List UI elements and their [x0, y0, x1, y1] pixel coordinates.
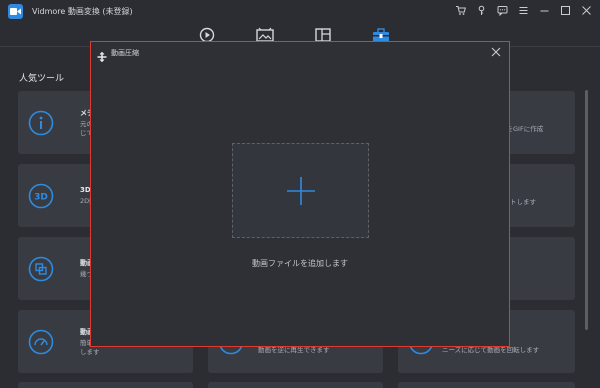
app-logo-icon — [8, 4, 23, 19]
add-file-label: 動画ファイルを追加します — [252, 259, 348, 268]
card-description: トします — [510, 198, 536, 206]
card-description: 動画を逆に再生できます — [258, 346, 330, 354]
title-bar: Vidmore 動画変換 (未登録) — [0, 0, 600, 24]
plus-icon[interactable] — [286, 176, 316, 206]
compress-icon — [97, 47, 107, 63]
dialog-title: 動画圧縮 — [111, 49, 139, 57]
window-controls — [453, 3, 594, 18]
tool-card-bottom-right[interactable] — [398, 382, 575, 388]
close-icon[interactable] — [489, 45, 503, 59]
video-compress-dialog: 動画圧縮 動画ファイルを追加します — [90, 41, 510, 347]
tool-card-bottom-left[interactable] — [18, 382, 193, 388]
tool-card-bottom-middle[interactable] — [208, 382, 383, 388]
3d-icon: 3D — [28, 183, 54, 209]
close-icon[interactable] — [579, 3, 594, 18]
app-title: Vidmore 動画変換 (未登録) — [32, 7, 133, 16]
menu-icon[interactable] — [516, 3, 531, 18]
add-file-dropzone[interactable] — [232, 143, 369, 238]
scrollbar[interactable] — [585, 90, 588, 330]
speed-icon — [28, 329, 54, 355]
dialog-header: 動画圧縮 — [91, 42, 509, 63]
card-description: ニーズに応じて動画を回転します — [442, 346, 540, 354]
cart-icon[interactable] — [453, 3, 468, 18]
minimize-icon[interactable] — [537, 3, 552, 18]
card-description: します — [80, 348, 100, 356]
key-icon[interactable] — [474, 3, 489, 18]
merge-icon — [28, 256, 54, 282]
chat-icon[interactable] — [495, 3, 510, 18]
section-title: 人気ツール — [19, 74, 65, 84]
maximize-icon[interactable] — [558, 3, 573, 18]
info-icon — [28, 110, 54, 136]
svg-text:3D: 3D — [34, 192, 48, 202]
